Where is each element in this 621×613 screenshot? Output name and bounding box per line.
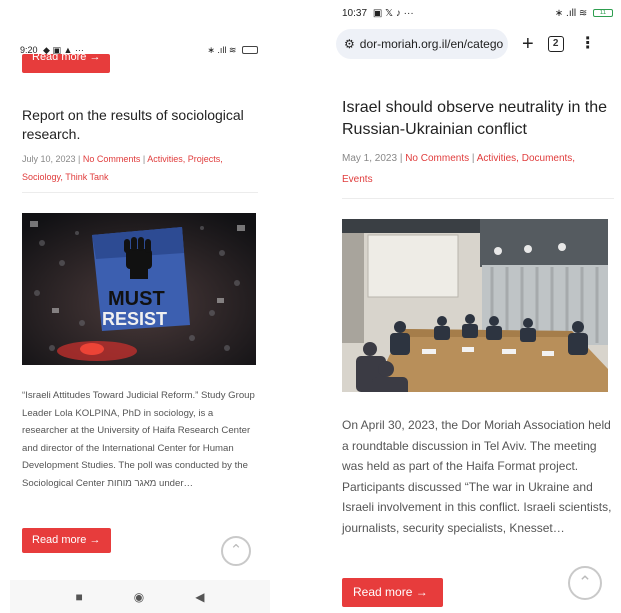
category-links[interactable]: Activities, Documents, xyxy=(477,153,575,164)
comments-link[interactable]: No Comments xyxy=(405,153,469,164)
menu-icon[interactable]: ⋮ xyxy=(580,36,596,52)
comments-link[interactable]: No Comments xyxy=(83,154,141,164)
battery-icon: 11 xyxy=(593,8,613,17)
divider xyxy=(22,192,258,193)
left-phone-screen: 9:20 ◆ ▣ ▲ ··· ∗ .ıll ≋ Read more → Repo… xyxy=(10,40,270,613)
address-bar[interactable]: ⚙ dor-moriah.org.il/en/catego xyxy=(336,29,508,59)
category-links[interactable]: Activities, Projects, xyxy=(147,154,223,164)
home-icon[interactable]: ◉ xyxy=(134,590,144,604)
svg-text:MUST: MUST xyxy=(108,288,165,310)
post-excerpt: On April 30, 2023, the Dor Moriah Associ… xyxy=(342,418,612,535)
browser-toolbar: ⚙ dor-moriah.org.il/en/catego + 2 ⋮ xyxy=(330,26,621,62)
status-time: 9:20 xyxy=(20,44,38,55)
previous-read-more-button[interactable]: Read more → xyxy=(22,54,110,73)
post-excerpt: “Israeli Attitudes Toward Judicial Refor… xyxy=(22,390,255,489)
android-nav-bar: ■ ◉ ◀ xyxy=(10,580,270,613)
battery-icon xyxy=(242,46,258,55)
status-bar: 10:37 ▣ 𝕏 ♪ ··· ∗ .ıll ≋ 11 xyxy=(330,0,621,26)
site-settings-icon[interactable]: ⚙ xyxy=(344,37,355,51)
post-image-roundtable[interactable] xyxy=(342,219,608,392)
category-links-2[interactable]: Events xyxy=(342,174,373,185)
meeting-room-photo xyxy=(342,219,608,392)
tab-switcher-icon[interactable]: 2 xyxy=(547,36,564,52)
post-title[interactable]: Report on the results of sociological re… xyxy=(22,106,262,144)
recents-icon[interactable]: ■ xyxy=(76,590,83,604)
scroll-to-top-icon[interactable]: ⌃ xyxy=(568,566,602,600)
post-title[interactable]: Israel should observe neutrality in the … xyxy=(342,97,614,141)
divider xyxy=(342,198,614,199)
new-tab-icon[interactable]: + xyxy=(522,34,534,54)
post-date: May 1, 2023 xyxy=(342,153,398,164)
right-phone-screen: 10:37 ▣ 𝕏 ♪ ··· ∗ .ıll ≋ 11 ⚙ dor-moriah… xyxy=(330,0,621,613)
post-image-protest[interactable]: MUST RESIST xyxy=(22,213,256,365)
signal-icons: ∗ .ıll ≋ xyxy=(207,44,237,55)
status-notification-icons: ▣ 𝕏 ♪ ··· xyxy=(372,7,414,19)
post-date: July 10, 2023 xyxy=(22,154,76,164)
read-more-button[interactable]: Read more → xyxy=(342,578,443,607)
back-icon[interactable]: ◀ xyxy=(195,590,204,604)
category-links-2[interactable]: Sociology, Think Tank xyxy=(22,172,109,182)
protest-photo: MUST RESIST xyxy=(22,213,256,365)
url-text: dor-moriah.org.il/en/catego xyxy=(359,37,504,51)
svg-text:RESIST: RESIST xyxy=(102,309,167,329)
read-more-button[interactable]: Read more → xyxy=(22,528,111,553)
scroll-to-top-icon[interactable]: ⌃ xyxy=(221,536,251,566)
post-meta: May 1, 2023 | No Comments | Activities, … xyxy=(342,153,576,185)
status-time: 10:37 xyxy=(342,7,368,19)
post-meta: July 10, 2023 | No Comments | Activities… xyxy=(22,154,223,182)
signal-icons: ∗ .ıll ≋ xyxy=(554,7,588,19)
